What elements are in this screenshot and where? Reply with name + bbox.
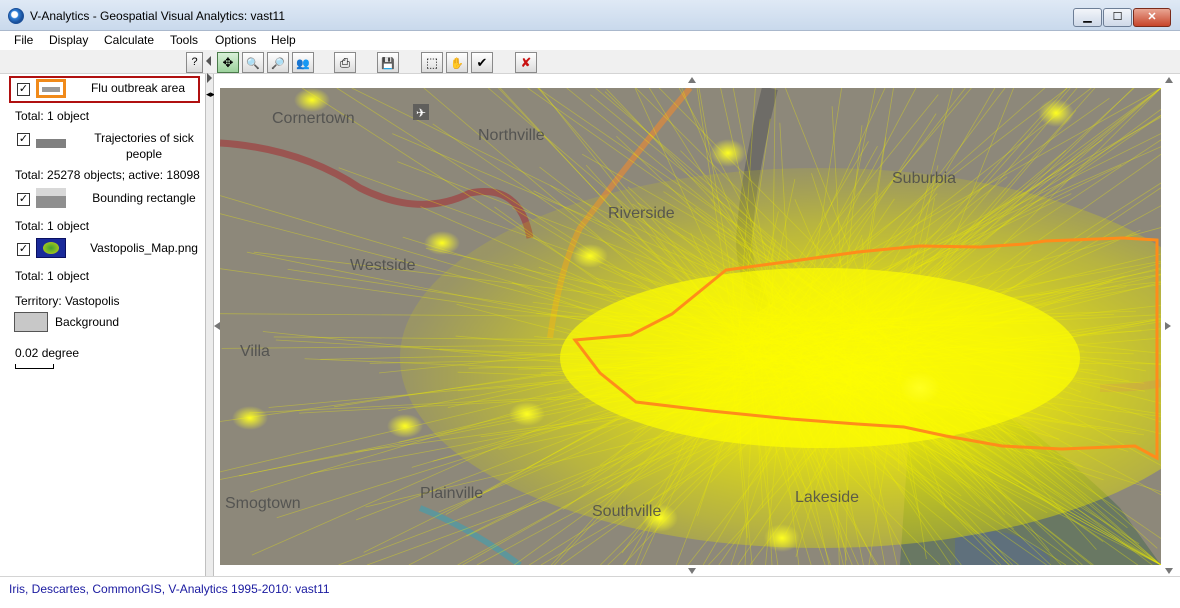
help-button[interactable]: ? — [186, 52, 203, 73]
map-image-icon — [36, 238, 66, 258]
menu-file[interactable]: File — [14, 33, 33, 47]
zoom-out-icon: 🔎 — [271, 58, 285, 70]
pan-right-icon[interactable] — [1165, 322, 1171, 330]
find-people-icon: 👥 — [296, 58, 310, 70]
hand-button[interactable]: ✋ — [446, 52, 468, 73]
status-text: Iris, Descartes, CommonGIS, V-Analytics … — [9, 582, 330, 596]
place-name-label: Southville — [592, 503, 661, 520]
remove-button[interactable]: ✘ — [515, 52, 537, 73]
menu-options[interactable]: Options — [215, 33, 256, 47]
territory-label: Territory: Vastopolis — [15, 294, 120, 308]
window-title: V-Analytics - Geospatial Visual Analytic… — [30, 9, 286, 23]
menu-display[interactable]: Display — [49, 33, 88, 47]
place-name-label: Lakeside — [795, 489, 859, 506]
place-name-label: Suburbia — [892, 170, 956, 187]
select-rectangle-icon: ⬚ — [425, 55, 439, 70]
checkmark-icon: ✔ — [476, 55, 488, 70]
find-people-button[interactable]: 👥 — [292, 52, 314, 73]
menu-bar: File Display Calculate Tools Options Hel… — [0, 31, 1180, 50]
layer-checkbox-flu-outbreak[interactable]: ✓ — [17, 83, 30, 96]
menu-help[interactable]: Help — [271, 33, 296, 47]
minimize-button[interactable]: ▁ — [1073, 8, 1102, 27]
map-view[interactable]: Cornertown Northville Suburbia Villa Smo… — [214, 74, 1180, 576]
layer-label-flu-outbreak: Flu outbreak area — [90, 81, 186, 95]
checkmark-button[interactable]: ✔ — [471, 52, 493, 73]
place-name-label: Plainville — [420, 485, 483, 502]
zoom-out-button[interactable]: 🔎 — [267, 52, 289, 73]
menu-calculate[interactable]: Calculate — [104, 33, 154, 47]
close-button[interactable]: ✕ — [1133, 8, 1171, 27]
select-rectangle-button[interactable]: ⬚ — [421, 52, 443, 73]
layer-label-map-image: Vastopolis_Map.png — [90, 241, 198, 255]
zoom-in-icon: 🔍 — [246, 58, 260, 70]
layer-checkbox-map-image[interactable]: ✓ — [17, 243, 30, 256]
place-name-label: Villa — [240, 343, 270, 360]
menu-tools[interactable]: Tools — [170, 33, 198, 47]
svg-text:✈: ✈ — [416, 106, 426, 120]
pan-grid-icon: ✥ — [222, 55, 234, 70]
layer-info-trajectories: Total: 25278 objects; active: 18098 — [15, 168, 200, 182]
bounding-rect-icon — [36, 188, 66, 208]
background-label: Background — [55, 315, 120, 329]
airport-icon: ✈ — [413, 104, 429, 120]
trajectory-line-icon — [36, 139, 66, 148]
layer-info-flu-outbreak: Total: 1 object — [15, 109, 90, 123]
collapse-left-icon[interactable] — [206, 56, 211, 66]
place-name-label: Riverside — [608, 205, 675, 222]
layer-info-bounding-rect: Total: 1 object — [15, 219, 90, 233]
toolbar: ? ✥ 🔍 🔎 👥 ⎙ 💾 ⬚ ✋ ✔ ✘ — [0, 50, 1180, 74]
pan-grid-button[interactable]: ✥ — [217, 52, 239, 73]
place-name-label: Northville — [478, 127, 545, 144]
print-icon: ⎙ — [339, 55, 351, 70]
remove-icon: ✘ — [520, 55, 532, 70]
print-button[interactable]: ⎙ — [334, 52, 356, 73]
outbreak-area-icon — [36, 79, 66, 98]
pan-up-icon[interactable] — [688, 77, 696, 83]
layer-checkbox-bounding-rect[interactable]: ✓ — [17, 193, 30, 206]
title-bar: V-Analytics - Geospatial Visual Analytic… — [0, 0, 1180, 31]
app-icon — [8, 8, 24, 24]
save-button[interactable]: 💾 — [377, 52, 399, 73]
legend-panel: ✓ Flu outbreak area Total: 1 object ✓ Tr… — [0, 74, 206, 576]
layer-label-trajectories: Trajectories of sick people — [94, 131, 194, 161]
layer-label-bounding-rect: Bounding rectangle — [92, 191, 196, 205]
status-bar: Iris, Descartes, CommonGIS, V-Analytics … — [0, 576, 1180, 608]
scale-bar — [15, 364, 54, 369]
panel-splitter[interactable]: ◂▸ — [206, 73, 215, 576]
layer-info-map-image: Total: 1 object — [15, 269, 90, 283]
layer-checkbox-trajectories[interactable]: ✓ — [17, 133, 30, 146]
maximize-button[interactable]: ☐ — [1103, 8, 1132, 27]
place-name-label: Westside — [350, 257, 416, 274]
map-canvas[interactable]: Cornertown Northville Suburbia Villa Smo… — [220, 88, 1161, 565]
background-swatch[interactable] — [14, 312, 48, 332]
pan-down-icon[interactable] — [688, 568, 696, 574]
place-name-label: Smogtown — [225, 495, 301, 512]
place-name-label: Cornertown — [272, 110, 355, 127]
pan-up-right-icon[interactable] — [1165, 77, 1173, 83]
hand-icon: ✋ — [450, 58, 464, 70]
zoom-in-button[interactable]: 🔍 — [242, 52, 264, 73]
pan-down-right-icon[interactable] — [1165, 568, 1173, 574]
save-icon: 💾 — [381, 58, 395, 70]
expand-right-icon[interactable] — [207, 73, 212, 83]
scale-label: 0.02 degree — [15, 346, 80, 360]
